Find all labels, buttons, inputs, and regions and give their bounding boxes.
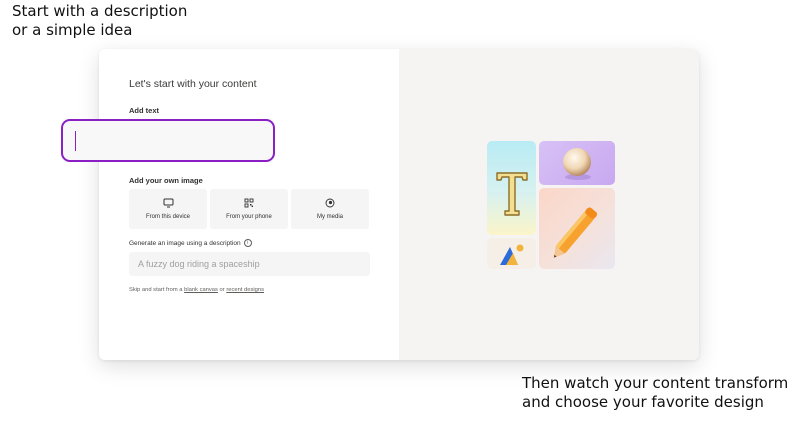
shapes-tile [487,238,536,269]
from-your-phone-label: From your phone [226,214,272,220]
generate-label: Generate an image using a description [129,239,241,247]
caption-bottom: Then watch your content transform and ch… [522,374,789,411]
blank-canvas-link[interactable]: blank canvas [184,287,218,293]
my-media-label: My media [316,214,343,220]
text-caret [75,131,76,151]
content-panel: Let's start with your content Add text A… [99,49,399,360]
preview-panel [399,49,699,360]
design-collage [487,141,615,269]
from-this-device-button[interactable]: From this device [129,189,207,229]
generate-row: Generate an image using a description i [129,239,252,247]
designer-card: Let's start with your content Add text A… [99,49,699,360]
sphere-tile [539,141,615,185]
text-style-tile [487,141,536,235]
qr-code-icon [244,198,254,210]
from-your-phone-button[interactable]: From your phone [210,189,288,229]
media-icon [325,198,335,210]
monitor-icon [163,198,174,210]
caption-top: Start with a description or a simple ide… [12,2,188,39]
sphere-icon [563,148,591,180]
recent-designs-link[interactable]: recent designs [226,287,264,293]
my-media-button[interactable]: My media [291,189,369,229]
from-this-device-label: From this device [145,214,190,220]
image-source-options: From this device From your phone My medi… [129,189,369,229]
text-t-icon [496,172,528,216]
shapes-icon [500,244,524,265]
add-text-label: Add text [129,106,159,115]
skip-prefix: Skip and start from a [129,287,185,293]
image-description-input[interactable] [129,252,370,276]
skip-line: Skip and start from a blank canvas or re… [129,287,264,293]
pencil-tile [539,188,615,269]
info-icon[interactable]: i [243,239,252,247]
add-text-input[interactable] [61,119,275,162]
panel-heading: Let's start with your content [129,78,257,90]
pencil-icon [553,207,598,258]
add-image-label: Add your own image [129,176,203,185]
